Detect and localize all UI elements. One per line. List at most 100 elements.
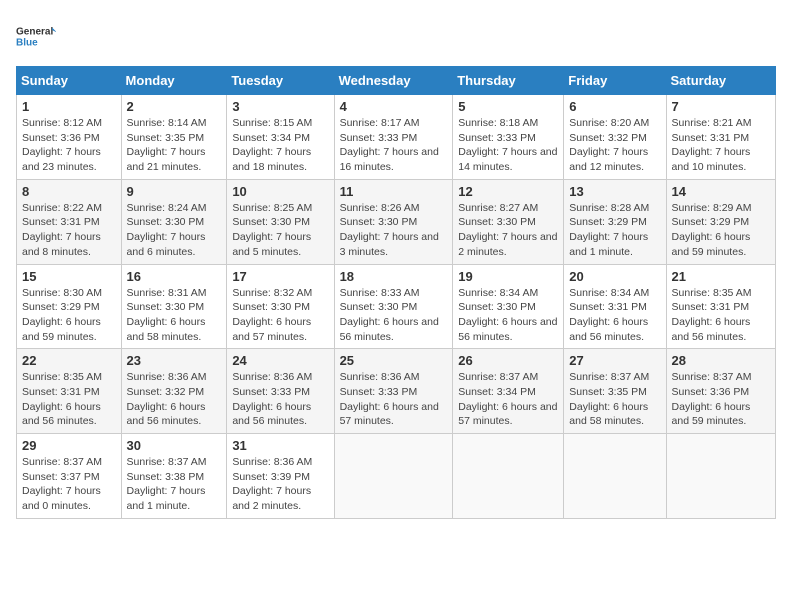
day-info: Sunrise: 8:37 AMSunset: 3:37 PMDaylight:… xyxy=(22,455,116,514)
calendar-day-cell: 12 Sunrise: 8:27 AMSunset: 3:30 PMDaylig… xyxy=(453,179,564,264)
day-info: Sunrise: 8:26 AMSunset: 3:30 PMDaylight:… xyxy=(340,201,448,260)
calendar-empty-cell xyxy=(334,434,453,519)
calendar-header-row: SundayMondayTuesdayWednesdayThursdayFrid… xyxy=(17,67,776,95)
calendar-day-cell: 7 Sunrise: 8:21 AMSunset: 3:31 PMDayligh… xyxy=(666,95,775,180)
day-number: 13 xyxy=(569,184,660,199)
day-info: Sunrise: 8:33 AMSunset: 3:30 PMDaylight:… xyxy=(340,286,448,345)
day-number: 24 xyxy=(232,353,328,368)
header-cell-thursday: Thursday xyxy=(453,67,564,95)
day-number: 26 xyxy=(458,353,558,368)
day-info: Sunrise: 8:36 AMSunset: 3:32 PMDaylight:… xyxy=(127,370,222,429)
calendar-empty-cell xyxy=(564,434,666,519)
day-number: 23 xyxy=(127,353,222,368)
calendar-day-cell: 13 Sunrise: 8:28 AMSunset: 3:29 PMDaylig… xyxy=(564,179,666,264)
day-number: 10 xyxy=(232,184,328,199)
day-number: 18 xyxy=(340,269,448,284)
day-info: Sunrise: 8:36 AMSunset: 3:33 PMDaylight:… xyxy=(340,370,448,429)
calendar-day-cell: 10 Sunrise: 8:25 AMSunset: 3:30 PMDaylig… xyxy=(227,179,334,264)
calendar-day-cell: 23 Sunrise: 8:36 AMSunset: 3:32 PMDaylig… xyxy=(121,349,227,434)
day-info: Sunrise: 8:17 AMSunset: 3:33 PMDaylight:… xyxy=(340,116,448,175)
svg-text:Blue: Blue xyxy=(16,38,38,49)
header-cell-sunday: Sunday xyxy=(17,67,122,95)
day-info: Sunrise: 8:14 AMSunset: 3:35 PMDaylight:… xyxy=(127,116,222,175)
day-info: Sunrise: 8:32 AMSunset: 3:30 PMDaylight:… xyxy=(232,286,328,345)
calendar-day-cell: 2 Sunrise: 8:14 AMSunset: 3:35 PMDayligh… xyxy=(121,95,227,180)
day-info: Sunrise: 8:35 AMSunset: 3:31 PMDaylight:… xyxy=(672,286,770,345)
calendar-empty-cell xyxy=(666,434,775,519)
calendar-week-row: 29 Sunrise: 8:37 AMSunset: 3:37 PMDaylig… xyxy=(17,434,776,519)
calendar-day-cell: 24 Sunrise: 8:36 AMSunset: 3:33 PMDaylig… xyxy=(227,349,334,434)
day-info: Sunrise: 8:22 AMSunset: 3:31 PMDaylight:… xyxy=(22,201,116,260)
calendar-day-cell: 18 Sunrise: 8:33 AMSunset: 3:30 PMDaylig… xyxy=(334,264,453,349)
day-number: 30 xyxy=(127,438,222,453)
day-info: Sunrise: 8:35 AMSunset: 3:31 PMDaylight:… xyxy=(22,370,116,429)
calendar-week-row: 15 Sunrise: 8:30 AMSunset: 3:29 PMDaylig… xyxy=(17,264,776,349)
day-number: 3 xyxy=(232,99,328,114)
calendar-week-row: 1 Sunrise: 8:12 AMSunset: 3:36 PMDayligh… xyxy=(17,95,776,180)
calendar-empty-cell xyxy=(453,434,564,519)
logo-svg: General Blue xyxy=(16,16,56,56)
day-number: 19 xyxy=(458,269,558,284)
calendar-day-cell: 16 Sunrise: 8:31 AMSunset: 3:30 PMDaylig… xyxy=(121,264,227,349)
day-info: Sunrise: 8:27 AMSunset: 3:30 PMDaylight:… xyxy=(458,201,558,260)
calendar-day-cell: 25 Sunrise: 8:36 AMSunset: 3:33 PMDaylig… xyxy=(334,349,453,434)
day-number: 14 xyxy=(672,184,770,199)
calendar-day-cell: 4 Sunrise: 8:17 AMSunset: 3:33 PMDayligh… xyxy=(334,95,453,180)
day-info: Sunrise: 8:20 AMSunset: 3:32 PMDaylight:… xyxy=(569,116,660,175)
calendar-day-cell: 9 Sunrise: 8:24 AMSunset: 3:30 PMDayligh… xyxy=(121,179,227,264)
day-number: 16 xyxy=(127,269,222,284)
day-number: 20 xyxy=(569,269,660,284)
day-info: Sunrise: 8:21 AMSunset: 3:31 PMDaylight:… xyxy=(672,116,770,175)
day-number: 22 xyxy=(22,353,116,368)
calendar-day-cell: 6 Sunrise: 8:20 AMSunset: 3:32 PMDayligh… xyxy=(564,95,666,180)
logo: General Blue xyxy=(16,16,56,56)
day-info: Sunrise: 8:29 AMSunset: 3:29 PMDaylight:… xyxy=(672,201,770,260)
day-info: Sunrise: 8:36 AMSunset: 3:33 PMDaylight:… xyxy=(232,370,328,429)
calendar-week-row: 22 Sunrise: 8:35 AMSunset: 3:31 PMDaylig… xyxy=(17,349,776,434)
calendar-day-cell: 20 Sunrise: 8:34 AMSunset: 3:31 PMDaylig… xyxy=(564,264,666,349)
day-info: Sunrise: 8:24 AMSunset: 3:30 PMDaylight:… xyxy=(127,201,222,260)
day-info: Sunrise: 8:12 AMSunset: 3:36 PMDaylight:… xyxy=(22,116,116,175)
calendar-day-cell: 19 Sunrise: 8:34 AMSunset: 3:30 PMDaylig… xyxy=(453,264,564,349)
page-header: General Blue xyxy=(16,16,776,56)
day-number: 27 xyxy=(569,353,660,368)
day-info: Sunrise: 8:37 AMSunset: 3:38 PMDaylight:… xyxy=(127,455,222,514)
day-number: 9 xyxy=(127,184,222,199)
day-number: 17 xyxy=(232,269,328,284)
calendar-day-cell: 27 Sunrise: 8:37 AMSunset: 3:35 PMDaylig… xyxy=(564,349,666,434)
calendar-day-cell: 1 Sunrise: 8:12 AMSunset: 3:36 PMDayligh… xyxy=(17,95,122,180)
calendar-day-cell: 17 Sunrise: 8:32 AMSunset: 3:30 PMDaylig… xyxy=(227,264,334,349)
day-number: 7 xyxy=(672,99,770,114)
day-number: 4 xyxy=(340,99,448,114)
day-info: Sunrise: 8:34 AMSunset: 3:30 PMDaylight:… xyxy=(458,286,558,345)
day-info: Sunrise: 8:30 AMSunset: 3:29 PMDaylight:… xyxy=(22,286,116,345)
calendar-day-cell: 29 Sunrise: 8:37 AMSunset: 3:37 PMDaylig… xyxy=(17,434,122,519)
calendar-day-cell: 30 Sunrise: 8:37 AMSunset: 3:38 PMDaylig… xyxy=(121,434,227,519)
day-number: 11 xyxy=(340,184,448,199)
day-number: 25 xyxy=(340,353,448,368)
header-cell-tuesday: Tuesday xyxy=(227,67,334,95)
header-cell-monday: Monday xyxy=(121,67,227,95)
svg-text:General: General xyxy=(16,27,53,38)
day-info: Sunrise: 8:37 AMSunset: 3:36 PMDaylight:… xyxy=(672,370,770,429)
calendar-day-cell: 22 Sunrise: 8:35 AMSunset: 3:31 PMDaylig… xyxy=(17,349,122,434)
calendar-day-cell: 21 Sunrise: 8:35 AMSunset: 3:31 PMDaylig… xyxy=(666,264,775,349)
calendar-day-cell: 11 Sunrise: 8:26 AMSunset: 3:30 PMDaylig… xyxy=(334,179,453,264)
day-number: 8 xyxy=(22,184,116,199)
day-number: 6 xyxy=(569,99,660,114)
header-cell-friday: Friday xyxy=(564,67,666,95)
day-info: Sunrise: 8:37 AMSunset: 3:35 PMDaylight:… xyxy=(569,370,660,429)
calendar-week-row: 8 Sunrise: 8:22 AMSunset: 3:31 PMDayligh… xyxy=(17,179,776,264)
calendar-day-cell: 15 Sunrise: 8:30 AMSunset: 3:29 PMDaylig… xyxy=(17,264,122,349)
calendar-day-cell: 28 Sunrise: 8:37 AMSunset: 3:36 PMDaylig… xyxy=(666,349,775,434)
day-number: 12 xyxy=(458,184,558,199)
header-cell-wednesday: Wednesday xyxy=(334,67,453,95)
calendar-day-cell: 26 Sunrise: 8:37 AMSunset: 3:34 PMDaylig… xyxy=(453,349,564,434)
day-info: Sunrise: 8:15 AMSunset: 3:34 PMDaylight:… xyxy=(232,116,328,175)
calendar-day-cell: 8 Sunrise: 8:22 AMSunset: 3:31 PMDayligh… xyxy=(17,179,122,264)
day-info: Sunrise: 8:25 AMSunset: 3:30 PMDaylight:… xyxy=(232,201,328,260)
day-info: Sunrise: 8:37 AMSunset: 3:34 PMDaylight:… xyxy=(458,370,558,429)
calendar-day-cell: 3 Sunrise: 8:15 AMSunset: 3:34 PMDayligh… xyxy=(227,95,334,180)
day-info: Sunrise: 8:18 AMSunset: 3:33 PMDaylight:… xyxy=(458,116,558,175)
calendar-day-cell: 31 Sunrise: 8:36 AMSunset: 3:39 PMDaylig… xyxy=(227,434,334,519)
